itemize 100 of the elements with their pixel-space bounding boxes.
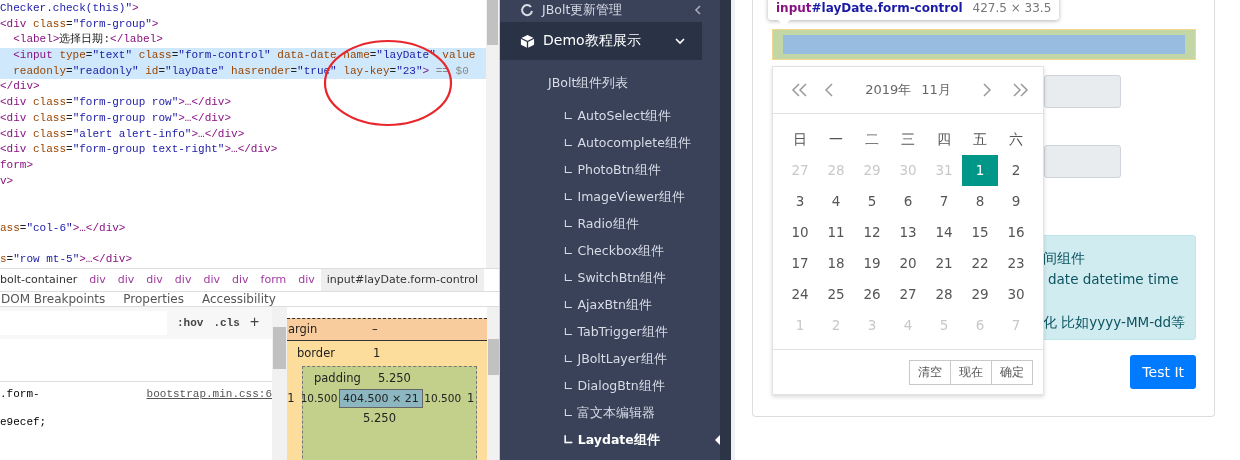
day-cell[interactable]: 13 — [890, 217, 926, 248]
day-cell[interactable]: 8 — [962, 186, 998, 217]
day-cell[interactable]: 15 — [962, 217, 998, 248]
double-chevron-left-icon[interactable] — [791, 83, 809, 97]
content-box: 404.500 × 21 — [339, 388, 423, 408]
menu-item[interactable]: ∟ Radio组件 — [563, 210, 639, 237]
menu-item[interactable]: ∟ AjaxBtn组件 — [563, 291, 652, 318]
alert-text: date datetime time — [1047, 270, 1180, 289]
day-cell[interactable]: 10 — [782, 217, 818, 248]
day-cell[interactable]: 2 — [998, 155, 1034, 186]
picker-button[interactable]: 清空 — [909, 359, 951, 385]
box-value: 5.250 — [362, 410, 397, 425]
weekday-label: 一 — [828, 130, 844, 149]
code-line: <div class="form-group row">…</div> — [0, 110, 233, 126]
breadcrumb-item[interactable]: bolt-container — [0, 268, 84, 291]
day-cell[interactable]: 28 — [926, 279, 962, 310]
menu-item[interactable]: ∟ Checkbox组件 — [563, 237, 665, 264]
box-label: border — [297, 346, 336, 361]
day-cell[interactable]: 12 — [854, 217, 890, 248]
day-cell[interactable]: 19 — [854, 248, 890, 279]
code-line: <label>选择日期:</label> — [12, 32, 164, 48]
menu-item[interactable]: ∟ 富文本编辑器 — [563, 399, 656, 426]
menu-item[interactable]: ∟ ImageViewer组件 — [563, 183, 686, 210]
menu-item[interactable]: ∟ JBoltLayer组件 — [563, 345, 667, 372]
month-label[interactable]: 11月 — [921, 81, 951, 99]
day-cell[interactable]: 14 — [926, 217, 962, 248]
breadcrumb-item[interactable]: div — [197, 268, 226, 291]
source-link[interactable]: bootstrap.min.css:6 — [146, 387, 272, 400]
scrollbar[interactable] — [720, 0, 735, 460]
tooltip-size: 427.5 × 33.5 — [972, 1, 1052, 15]
chevron-right-icon[interactable] — [982, 83, 991, 97]
scrollbar[interactable] — [486, 0, 499, 268]
panel-tab[interactable]: Properties — [123, 291, 184, 306]
menu-item[interactable]: ∟ DialogBtn组件 — [563, 372, 665, 399]
chevron-left-icon[interactable] — [825, 83, 834, 97]
menu-item[interactable]: ∟ Laydate组件 — [563, 426, 660, 453]
day-cell[interactable]: 25 — [818, 279, 854, 310]
alert-text: 化 比如yyyy-MM-dd等 — [1043, 313, 1187, 332]
code-line: <div class="form-group"> — [0, 16, 160, 32]
year-label[interactable]: 2019年 — [865, 81, 912, 99]
code-line: v> — [0, 173, 15, 189]
cube-icon — [520, 33, 535, 49]
day-cell[interactable]: 18 — [818, 248, 854, 279]
breadcrumb-item[interactable]: input#layDate.form-control — [320, 268, 485, 291]
day-cell[interactable]: 20 — [890, 248, 926, 279]
day-cell[interactable]: 5 — [854, 186, 890, 217]
menu-item[interactable]: ∟ TabTrigger组件 — [563, 318, 668, 345]
day-cell[interactable]: 30 — [998, 279, 1034, 310]
day-cell[interactable]: 29 — [962, 279, 998, 310]
menu-item[interactable]: JBolt更新管理 — [542, 1, 684, 19]
breadcrumb-item[interactable]: div — [292, 268, 321, 291]
breadcrumb-item[interactable]: div — [83, 268, 112, 291]
test-button[interactable]: Test It — [1130, 355, 1196, 389]
weekday-label: 三 — [900, 130, 916, 149]
day-cell[interactable]: 23 — [998, 248, 1034, 279]
day-cell[interactable]: 9 — [998, 186, 1034, 217]
panel-tab[interactable]: DOM Breakpoints — [1, 291, 106, 306]
box-value: 1 — [373, 346, 381, 361]
menu-item[interactable]: ∟ SwitchBtn组件 — [563, 264, 667, 291]
code-line: <div class="form-group text-right">…</div> — [0, 142, 279, 158]
menu-item[interactable]: ∟ Autocomplete组件 — [563, 129, 691, 156]
day-cell[interactable]: 11 — [818, 217, 854, 248]
box-value: 10.500 — [299, 392, 339, 405]
toolbar-toggle[interactable]: .cls — [213, 316, 240, 329]
day-cell[interactable]: 7 — [926, 186, 962, 217]
double-chevron-right-icon[interactable] — [1011, 83, 1029, 97]
day-cell[interactable]: 4 — [818, 186, 854, 217]
day-cell[interactable]: 22 — [962, 248, 998, 279]
breadcrumb-item[interactable]: div — [140, 268, 169, 291]
day-cell[interactable]: 1 — [962, 155, 998, 186]
menu-item[interactable]: ∟ AutoSelect组件 — [563, 102, 672, 129]
box-label: padding — [314, 370, 362, 385]
picker-button[interactable]: 现在 — [950, 359, 992, 385]
menu-group-label[interactable]: JBolt组件列表 — [548, 75, 720, 92]
breadcrumb-item[interactable]: form — [254, 268, 293, 291]
box-value: 1 — [466, 391, 476, 406]
day-cell[interactable]: 21 — [926, 248, 962, 279]
toolbar-toggle[interactable]: + — [249, 313, 260, 332]
input-field[interactable] — [1044, 145, 1121, 178]
breadcrumb-item[interactable]: div — [226, 268, 255, 291]
code-line: form> — [0, 157, 34, 173]
scrollbar[interactable] — [272, 306, 287, 460]
breadcrumb-item[interactable]: div — [168, 268, 198, 291]
day-cell[interactable]: 6 — [890, 186, 926, 217]
day-cell[interactable]: 16 — [998, 217, 1034, 248]
box-value: – — [372, 322, 378, 337]
toolbar-toggle[interactable]: :hov — [177, 316, 204, 329]
input-field[interactable] — [1044, 75, 1121, 108]
day-cell[interactable]: 24 — [782, 279, 818, 310]
breadcrumb-item[interactable]: div — [111, 268, 141, 291]
panel-tab[interactable]: Accessibility — [201, 291, 276, 306]
day-cell[interactable]: 26 — [854, 279, 890, 310]
day-cell[interactable]: 3 — [782, 186, 818, 217]
day-cell[interactable]: 27 — [890, 279, 926, 310]
menu-item[interactable]: ∟ PhotoBtn组件 — [563, 156, 661, 183]
day-cell[interactable]: 17 — [782, 248, 818, 279]
code-line: Checker.check(this)"> — [0, 1, 140, 16]
code-line: <div class="alert alert-info">…</div> — [0, 126, 246, 142]
picker-button[interactable]: 确定 — [991, 359, 1033, 385]
box-value: 1 — [287, 391, 296, 406]
